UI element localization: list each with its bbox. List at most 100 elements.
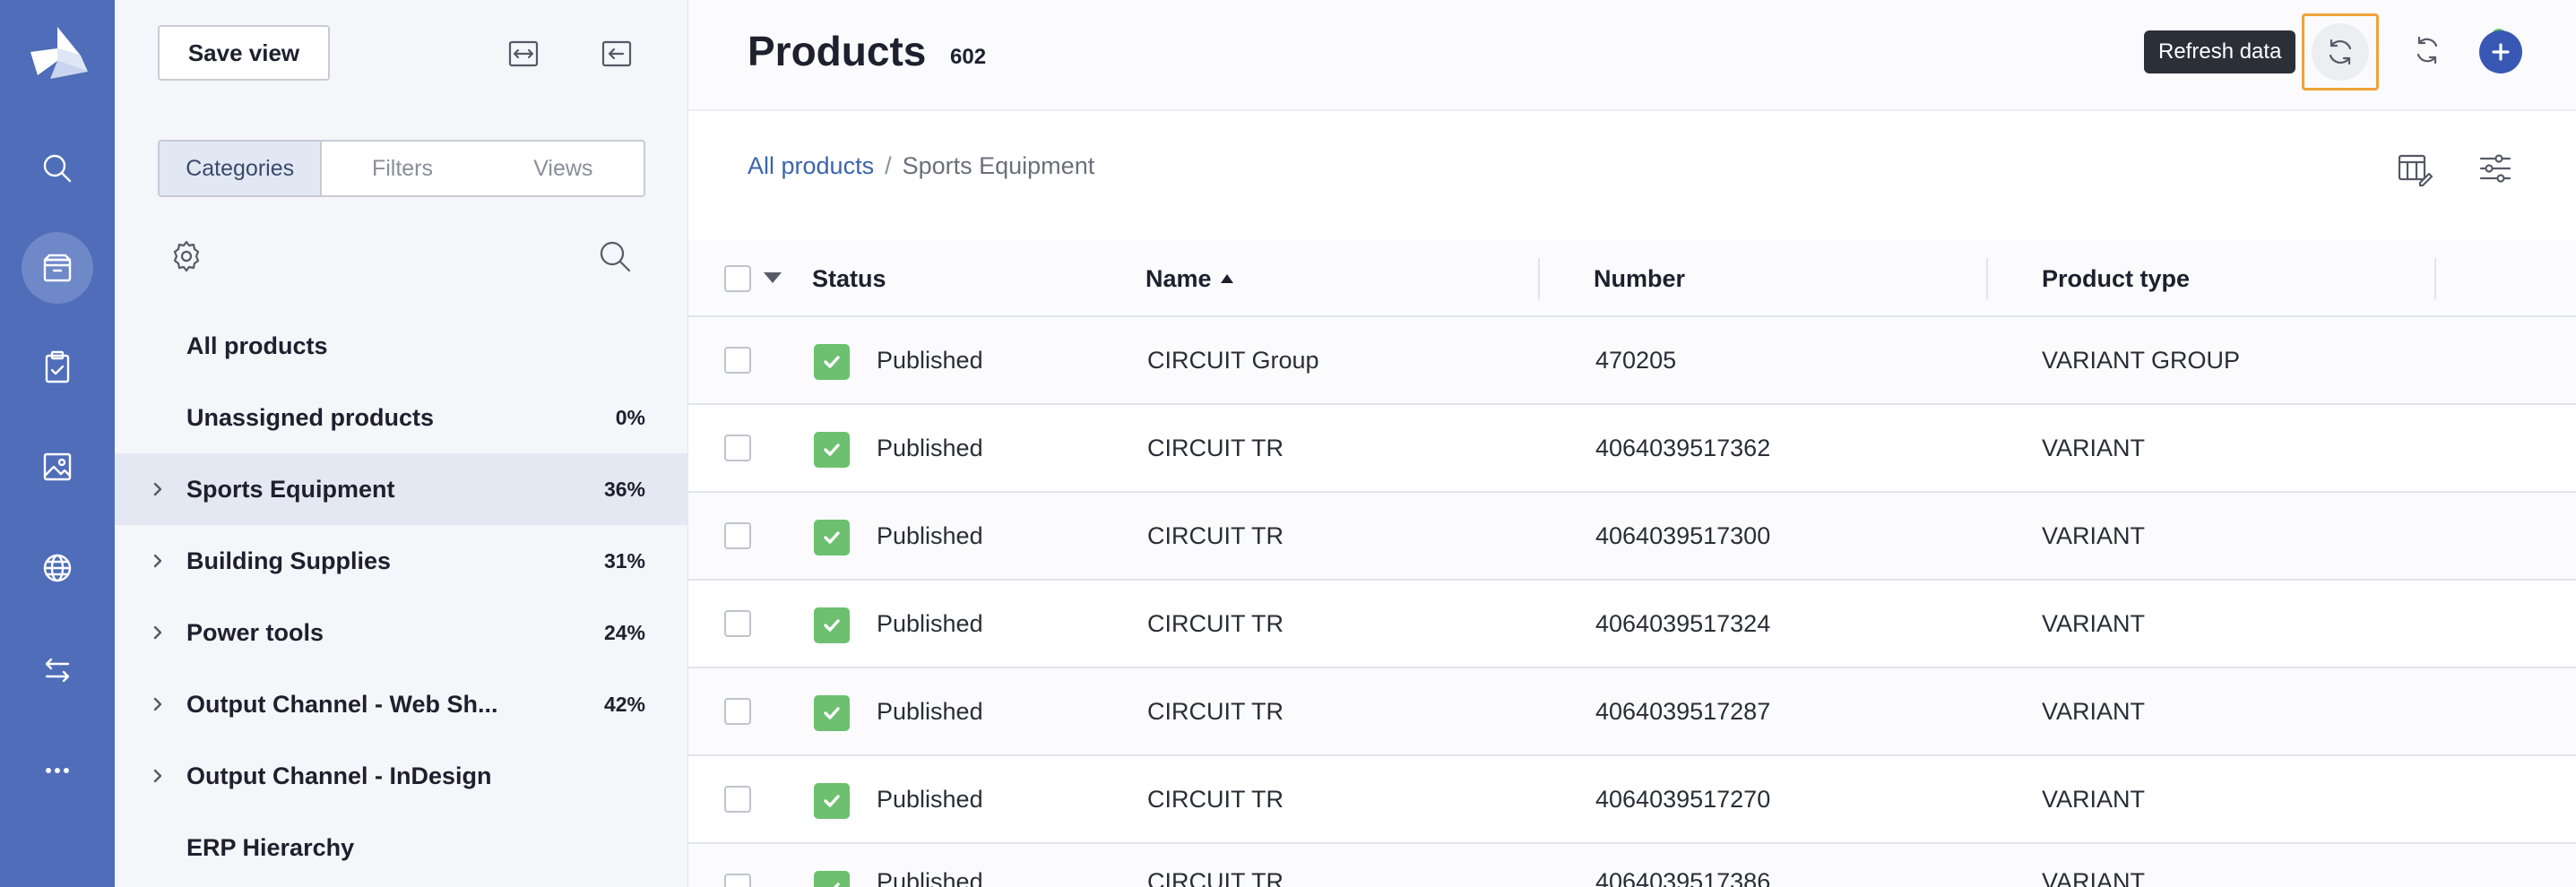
- category-label: ERP Hierarchy: [186, 833, 355, 861]
- image-icon[interactable]: [22, 431, 93, 503]
- app-rail: [0, 0, 115, 887]
- category-item-erp-hierarchy[interactable]: ERP Hierarchy: [115, 812, 688, 883]
- column-number[interactable]: Number: [1594, 240, 1685, 317]
- category-label: Output Channel - InDesign: [186, 762, 492, 789]
- category-label: Building Supplies: [186, 547, 391, 574]
- save-view-button[interactable]: Save view: [158, 25, 330, 81]
- category-item-power-tools[interactable]: Power tools 24%: [115, 597, 688, 668]
- cell-number: 4064039517324: [1595, 609, 1771, 637]
- table-row[interactable]: Published CIRCUIT TR 4064039517287 VARIA…: [688, 668, 2576, 756]
- published-check-icon: [814, 344, 850, 380]
- refresh-data-button[interactable]: [2302, 13, 2379, 90]
- column-name[interactable]: Name: [1145, 240, 1233, 317]
- more-horizontal-icon[interactable]: [22, 735, 93, 806]
- cell-name: CIRCUIT Group: [1147, 346, 1319, 374]
- category-item-output-channel-web[interactable]: Output Channel - Web Sh... 42%: [115, 668, 688, 740]
- row-checkbox[interactable]: [724, 435, 751, 461]
- search-icon[interactable]: [595, 237, 635, 276]
- row-checkbox[interactable]: [724, 874, 751, 887]
- sync-icon[interactable]: [2399, 22, 2456, 79]
- edit-columns-icon[interactable]: [2395, 149, 2434, 188]
- cell-number: 4064039517386: [1595, 867, 1771, 887]
- breadcrumb: All products / Sports Equipment: [748, 152, 1094, 180]
- category-percent: 36%: [603, 477, 645, 501]
- transfer-arrows-icon[interactable]: [22, 634, 93, 706]
- chevron-right-icon[interactable]: [149, 480, 167, 498]
- gear-icon[interactable]: [167, 237, 206, 276]
- category-percent: 42%: [603, 692, 645, 716]
- category-label: Unassigned products: [186, 403, 435, 431]
- collapse-panel-icon[interactable]: [599, 36, 635, 72]
- breadcrumb-all-products-link[interactable]: All products: [748, 152, 874, 180]
- column-product-type[interactable]: Product type: [2042, 240, 2190, 317]
- cell-status: Published: [877, 346, 983, 374]
- table-row[interactable]: Published CIRCUIT Group 470205 VARIANT G…: [688, 317, 2576, 405]
- selection-dropdown-icon[interactable]: [764, 272, 782, 283]
- cell-product-type: VARIANT: [2042, 697, 2146, 725]
- origami-bird-logo-icon[interactable]: [25, 25, 90, 82]
- refresh-icon: [2312, 23, 2369, 81]
- row-checkbox[interactable]: [724, 347, 751, 374]
- tab-filters[interactable]: Filters: [322, 142, 482, 195]
- column-label: Product type: [2042, 264, 2191, 292]
- chevron-right-icon[interactable]: [149, 767, 167, 785]
- category-panel: Save view Categories Filters Views All p…: [115, 0, 688, 887]
- row-checkbox[interactable]: [724, 698, 751, 725]
- cell-name: CIRCUIT TR: [1147, 434, 1284, 461]
- category-percent: 0%: [615, 405, 645, 429]
- table-row[interactable]: Published CIRCUIT TR 4064039517324 VARIA…: [688, 581, 2576, 668]
- cell-number: 4064039517287: [1595, 697, 1771, 725]
- clipboard-check-icon[interactable]: [22, 332, 93, 403]
- cell-name: CIRCUIT TR: [1147, 785, 1284, 813]
- globe-icon[interactable]: [22, 532, 93, 604]
- cell-product-type: VARIANT: [2042, 785, 2146, 813]
- category-label: Sports Equipment: [186, 475, 395, 503]
- table-row[interactable]: Published CIRCUIT TR 4064039517300 VARIA…: [688, 493, 2576, 581]
- page-title: Products: [748, 28, 927, 74]
- chevron-right-icon[interactable]: [149, 695, 167, 713]
- category-percent: 24%: [603, 620, 645, 644]
- category-item-unassigned[interactable]: Unassigned products 0%: [115, 382, 688, 453]
- main-content: Products 602 Refresh data All products /…: [688, 0, 2576, 887]
- table-row[interactable]: Published CIRCUIT TR 4064039517386 VARIA…: [688, 844, 2576, 887]
- cell-status: Published: [877, 785, 983, 813]
- column-status[interactable]: Status: [812, 240, 886, 317]
- cell-status: Published: [877, 434, 983, 461]
- tab-categories[interactable]: Categories: [160, 142, 323, 195]
- add-product-button[interactable]: [2479, 30, 2522, 73]
- row-checkbox[interactable]: [724, 786, 751, 813]
- tab-views[interactable]: Views: [483, 142, 644, 195]
- column-divider[interactable]: [1538, 258, 1540, 299]
- cell-number: 4064039517270: [1595, 785, 1771, 813]
- category-item-sports-equipment[interactable]: Sports Equipment 36%: [115, 453, 688, 525]
- chevron-right-icon[interactable]: [149, 552, 167, 570]
- column-divider[interactable]: [1986, 258, 1988, 299]
- category-item-building-supplies[interactable]: Building Supplies 31%: [115, 525, 688, 597]
- search-icon[interactable]: [22, 133, 93, 204]
- settings-sliders-icon[interactable]: [2476, 149, 2515, 188]
- column-label: Number: [1594, 264, 1686, 292]
- cell-status: Published: [877, 867, 983, 887]
- expand-width-icon[interactable]: [506, 36, 541, 72]
- cell-name: CIRCUIT TR: [1147, 697, 1284, 725]
- category-item-all-products[interactable]: All products: [115, 310, 688, 382]
- published-check-icon: [814, 432, 850, 468]
- breadcrumb-current: Sports Equipment: [902, 152, 1095, 179]
- column-divider[interactable]: [2434, 258, 2436, 299]
- cell-product-type: VARIANT: [2042, 867, 2146, 887]
- table-row[interactable]: Published CIRCUIT TR 4064039517270 VARIA…: [688, 756, 2576, 844]
- sort-ascending-icon: [1220, 274, 1233, 283]
- published-check-icon: [814, 695, 850, 731]
- row-checkbox[interactable]: [724, 610, 751, 637]
- category-item-output-channel-indesign[interactable]: Output Channel - InDesign: [115, 740, 688, 812]
- select-all-checkbox[interactable]: [724, 265, 751, 292]
- panel-tabs: Categories Filters Views: [158, 140, 645, 197]
- category-label: All products: [186, 332, 328, 359]
- product-count: 602: [950, 45, 987, 69]
- table-row[interactable]: Published CIRCUIT TR 4064039517362 VARIA…: [688, 405, 2576, 493]
- category-percent: 31%: [603, 548, 645, 573]
- category-label: Power tools: [186, 618, 324, 646]
- package-icon[interactable]: [22, 232, 93, 304]
- row-checkbox[interactable]: [724, 522, 751, 549]
- chevron-right-icon[interactable]: [149, 624, 167, 642]
